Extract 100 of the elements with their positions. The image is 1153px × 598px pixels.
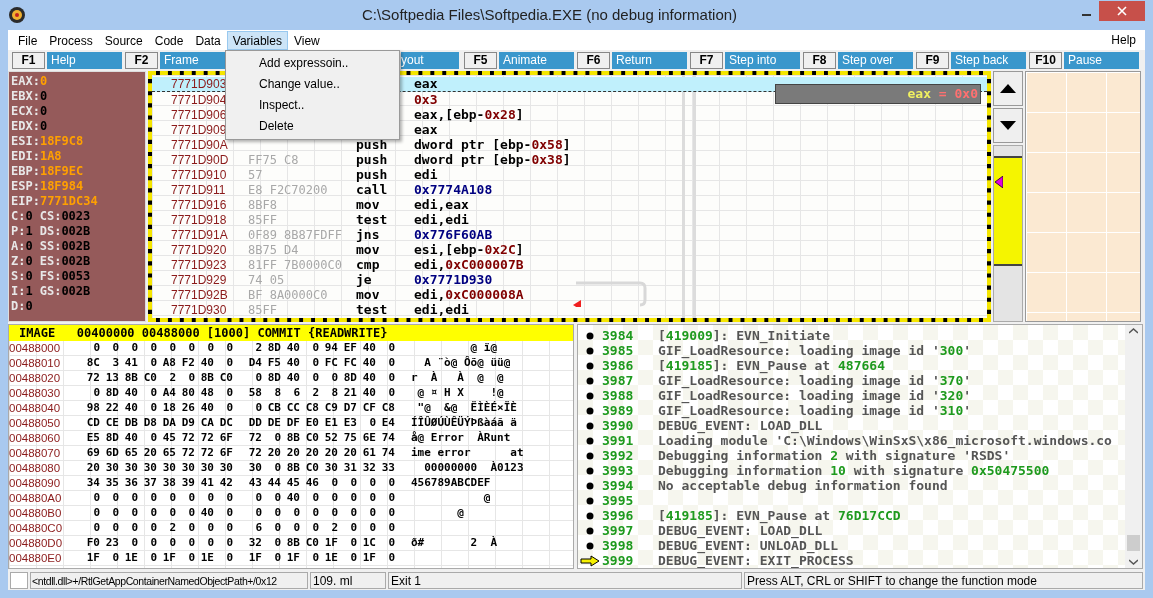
log-message: GIF_LoadResource: loading image id '320' xyxy=(658,387,972,404)
memory-byte: 33 xyxy=(380,460,395,477)
memory-byte: 44 xyxy=(266,475,281,492)
memory-ascii: A ¨ò@ Ôõ@ üü@ xyxy=(423,355,511,371)
memory-byte: F0 xyxy=(85,535,100,552)
instruction-address: 7771D923 xyxy=(170,256,228,274)
memory-byte: 0 xyxy=(149,400,157,417)
memory-byte: 13 xyxy=(104,370,119,387)
menu-item[interactable]: Source xyxy=(98,30,149,50)
memory-byte: 0 xyxy=(349,535,357,552)
memory-address: 00488000 xyxy=(9,340,62,356)
memory-ascii: r À À @ @ xyxy=(411,370,504,387)
instruction-address: 7771D911 xyxy=(170,181,227,199)
memory-byte: A4 xyxy=(161,385,176,402)
memory-byte: 45 xyxy=(161,430,176,447)
menu-item[interactable]: File xyxy=(12,30,44,50)
memory-byte: 8B xyxy=(285,460,300,477)
memory-byte: 2 xyxy=(168,370,176,387)
register-value: ECX:0 xyxy=(11,104,48,119)
memory-byte: CA xyxy=(199,415,214,432)
app-icon xyxy=(8,6,26,24)
bullet-icon xyxy=(586,526,594,535)
memory-byte: 41 xyxy=(123,355,138,372)
memory-byte: 0 xyxy=(149,340,157,357)
function-key[interactable]: F10 xyxy=(1029,52,1062,69)
memory-byte: 30 xyxy=(199,460,214,477)
memory-byte: 0 xyxy=(225,490,233,507)
memory-byte: 39 xyxy=(180,475,195,492)
menu-item[interactable]: View xyxy=(287,30,326,50)
instruction-address: 7771D903 xyxy=(170,76,228,93)
instruction-address: 7771D90D xyxy=(170,151,230,169)
memory-byte: 0 xyxy=(349,475,357,492)
instruction-bytes: 57 xyxy=(248,166,264,184)
function-key[interactable]: F9 xyxy=(916,52,949,69)
instruction-address: 7771D90A xyxy=(170,136,229,154)
menu-item[interactable]: Data xyxy=(189,30,227,50)
memory-region-header: IMAGE 00400000 00488000 [1000] COMMIT {READWRITE} xyxy=(9,325,573,341)
memory-byte: 1F xyxy=(361,550,376,567)
memory-byte: 40 xyxy=(361,370,376,387)
function-key[interactable]: F6 xyxy=(577,52,610,69)
function-key[interactable]: F2 xyxy=(125,52,158,69)
memory-byte: E3 xyxy=(342,415,357,432)
memory-byte: 0 xyxy=(225,340,233,357)
memory-byte: 72 xyxy=(199,430,214,447)
memory-byte: 0 xyxy=(111,550,119,567)
log-message: No acceptable debug information found xyxy=(658,477,948,495)
memory-ascii: @ ï@ xyxy=(469,340,498,356)
memory-byte: 69 xyxy=(85,445,100,462)
dropdown-item[interactable]: Change value.. xyxy=(226,74,399,95)
scroll-down-icon[interactable] xyxy=(1129,559,1138,565)
memory-byte: 8B xyxy=(285,430,300,447)
menu-item[interactable]: Help xyxy=(1106,31,1141,49)
register-value: CS:0023 xyxy=(39,209,91,224)
scroll-thumb[interactable] xyxy=(1127,535,1140,551)
register-value: S:0 xyxy=(11,269,33,284)
bullet-icon xyxy=(586,421,594,430)
memory-byte: 0 xyxy=(387,340,395,357)
menu-item[interactable]: Variables xyxy=(226,30,288,50)
memory-ascii: 456789ABCDEF xyxy=(411,475,491,492)
memory-byte: 0 xyxy=(149,430,157,447)
register-value: ESI:18F9C8 xyxy=(11,134,84,149)
memory-byte: 40 xyxy=(361,385,376,402)
scroll-up-icon[interactable] xyxy=(1129,328,1138,334)
function-key[interactable]: F1 xyxy=(12,52,45,69)
memory-byte: 6F xyxy=(218,430,233,447)
menu-item[interactable]: Process xyxy=(43,30,99,50)
memory-byte: 1E xyxy=(199,550,214,567)
memory-byte: 72 xyxy=(180,430,195,447)
memory-byte: 0 xyxy=(149,520,157,537)
memory-byte: 0 xyxy=(130,535,138,552)
dropdown-item[interactable]: Inspect.. xyxy=(226,95,399,116)
memory-byte: 8C xyxy=(85,355,100,372)
function-key[interactable]: F5 xyxy=(464,52,497,69)
register-value: EDI:1A8 xyxy=(11,149,62,164)
memory-byte: 0 xyxy=(368,490,376,507)
memory-byte: 1F xyxy=(161,550,176,567)
function-key[interactable]: F8 xyxy=(803,52,836,69)
memory-byte: D8 xyxy=(142,415,157,432)
memory-byte: 1F xyxy=(85,550,100,567)
dropdown-item[interactable]: Delete xyxy=(226,116,399,137)
instruction-bytes: 8BF8 xyxy=(248,196,278,214)
menu-item[interactable]: Code xyxy=(148,30,190,50)
instruction-mnemonic: push xyxy=(356,135,389,154)
memory-byte: 2 xyxy=(330,520,338,537)
bullet-icon xyxy=(586,391,594,400)
memory-byte: 0 xyxy=(273,460,281,477)
function-key[interactable]: F7 xyxy=(690,52,723,69)
memory-byte: 35 xyxy=(104,475,119,492)
instruction-address: 7771D916 xyxy=(170,196,228,214)
memory-byte: 18 xyxy=(161,400,176,417)
scroll-up-button[interactable] xyxy=(993,71,1023,106)
memory-byte: 72 xyxy=(247,430,262,447)
memory-ascii: ime error at xyxy=(411,445,524,461)
memory-byte: 94 xyxy=(323,340,338,357)
memory-byte: E4 xyxy=(380,415,395,432)
memory-byte: 72 xyxy=(180,445,195,462)
scroll-down-button[interactable] xyxy=(993,108,1023,143)
memory-byte: 40 xyxy=(285,355,300,372)
memory-byte: 0 xyxy=(149,535,157,552)
status-hint: Press ALT, CRL or SHIFT to change the function mode xyxy=(744,572,1143,589)
